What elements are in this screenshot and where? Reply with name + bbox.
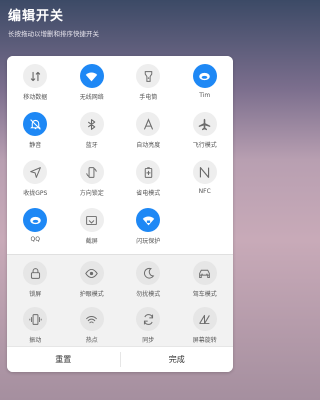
tile-rotation-lock[interactable]: 方向锁定 bbox=[64, 160, 121, 208]
tile-label: 勿扰模式 bbox=[136, 291, 161, 298]
header: 编辑开关 长按拖动以增删和排序快捷开关 bbox=[8, 5, 232, 38]
screenshot-icon bbox=[79, 208, 104, 232]
tile-wifi-shield[interactable]: 闪玩保护 bbox=[120, 208, 177, 256]
car-icon bbox=[192, 261, 217, 285]
sync-icon bbox=[136, 307, 161, 331]
nfc-icon bbox=[192, 160, 217, 184]
qq-icon bbox=[23, 208, 48, 232]
inactive-tiles-grid: 锁屏 护眼模式 勿扰模式 驾车模式振动 热点 同步 屏幕旋转 bbox=[7, 254, 233, 346]
auto-brightness-icon bbox=[136, 112, 161, 136]
tile-label: 手电筒 bbox=[139, 94, 158, 101]
tile-label: NFC bbox=[198, 188, 211, 195]
reset-button[interactable]: 重置 bbox=[7, 347, 120, 372]
tim-icon bbox=[192, 64, 217, 88]
footer: 重置 完成 bbox=[7, 346, 233, 372]
tile-label: 振动 bbox=[29, 337, 42, 344]
wifi-shield-icon bbox=[136, 208, 161, 232]
tile-wifi[interactable]: 无线网络 bbox=[64, 64, 121, 112]
tile-label: 锁屏 bbox=[29, 291, 42, 298]
tile-label: 飞行模式 bbox=[192, 142, 217, 149]
tile-mute-bell[interactable]: 静音 bbox=[7, 112, 64, 160]
tile-lock[interactable]: 锁屏 bbox=[7, 261, 64, 307]
tile-label: 静音 bbox=[29, 142, 42, 149]
tile-label: 同步 bbox=[142, 337, 155, 344]
tile-label: 闪玩保护 bbox=[136, 238, 161, 245]
tile-auto-brightness[interactable]: 自动亮度 bbox=[120, 112, 177, 160]
mute-bell-icon bbox=[23, 112, 48, 136]
tile-label: 收拢GPS bbox=[23, 190, 48, 197]
rotation-lock-icon bbox=[79, 160, 104, 184]
vibrate-icon bbox=[23, 307, 48, 331]
tile-mobile-data[interactable]: 移动数据 bbox=[7, 64, 64, 112]
tile-label: 护眼模式 bbox=[79, 291, 104, 298]
tile-moon[interactable]: 勿扰模式 bbox=[120, 261, 177, 307]
tile-label: Tim bbox=[199, 92, 211, 99]
page-subtitle: 长按拖动以增删和排序快捷开关 bbox=[8, 30, 99, 38]
lock-icon bbox=[23, 261, 48, 285]
tile-car[interactable]: 驾车模式 bbox=[177, 261, 234, 307]
page-title: 编辑开关 bbox=[8, 9, 65, 24]
tile-label: 省电模式 bbox=[136, 190, 161, 197]
tile-screenshot[interactable]: 截屏 bbox=[64, 208, 121, 256]
tile-label: 热点 bbox=[85, 337, 98, 344]
tile-label: 移动数据 bbox=[23, 94, 48, 101]
quick-settings-panel: 移动数据 无线网络 手电筒 Tim 静音 蓝牙 自动亮度 飞行模式收拢GPS 方向锁定 省电模式 N… bbox=[7, 56, 233, 372]
tile-eye[interactable]: 护眼模式 bbox=[64, 261, 121, 307]
tile-label: 无线网络 bbox=[79, 94, 104, 101]
bluetooth-icon bbox=[79, 112, 104, 136]
rotate-screen-icon bbox=[192, 307, 217, 331]
hotspot-icon bbox=[79, 307, 104, 331]
active-tiles-grid: 移动数据 无线网络 手电筒 Tim 静音 蓝牙 自动亮度 飞行模式收拢GPS 方向锁定 省电模式 N… bbox=[7, 56, 233, 254]
tile-nfc[interactable]: NFC bbox=[177, 160, 234, 208]
done-button[interactable]: 完成 bbox=[121, 347, 234, 372]
tile-airplane[interactable]: 飞行模式 bbox=[177, 112, 234, 160]
gps-icon bbox=[23, 160, 48, 184]
moon-icon bbox=[136, 261, 161, 285]
tile-gps[interactable]: 收拢GPS bbox=[7, 160, 64, 208]
tile-label: 方向锁定 bbox=[79, 190, 104, 197]
tile-tim[interactable]: Tim bbox=[177, 64, 234, 112]
tile-label: 蓝牙 bbox=[85, 142, 98, 149]
mobile-data-icon bbox=[23, 64, 48, 88]
airplane-icon bbox=[192, 112, 217, 136]
tile-label: 截屏 bbox=[85, 238, 98, 245]
tile-label: QQ bbox=[30, 236, 40, 243]
tile-battery-saver[interactable]: 省电模式 bbox=[120, 160, 177, 208]
battery-saver-icon bbox=[136, 160, 161, 184]
tile-label: 自动亮度 bbox=[136, 142, 161, 149]
eye-icon bbox=[79, 261, 104, 285]
wifi-icon bbox=[79, 64, 104, 88]
tile-label: 驾车模式 bbox=[192, 291, 217, 298]
tile-qq[interactable]: QQ bbox=[7, 208, 64, 256]
tile-label: 屏幕旋转 bbox=[192, 337, 217, 344]
flashlight-icon bbox=[136, 64, 161, 88]
tile-bluetooth[interactable]: 蓝牙 bbox=[64, 112, 121, 160]
tile-flashlight[interactable]: 手电筒 bbox=[120, 64, 177, 112]
